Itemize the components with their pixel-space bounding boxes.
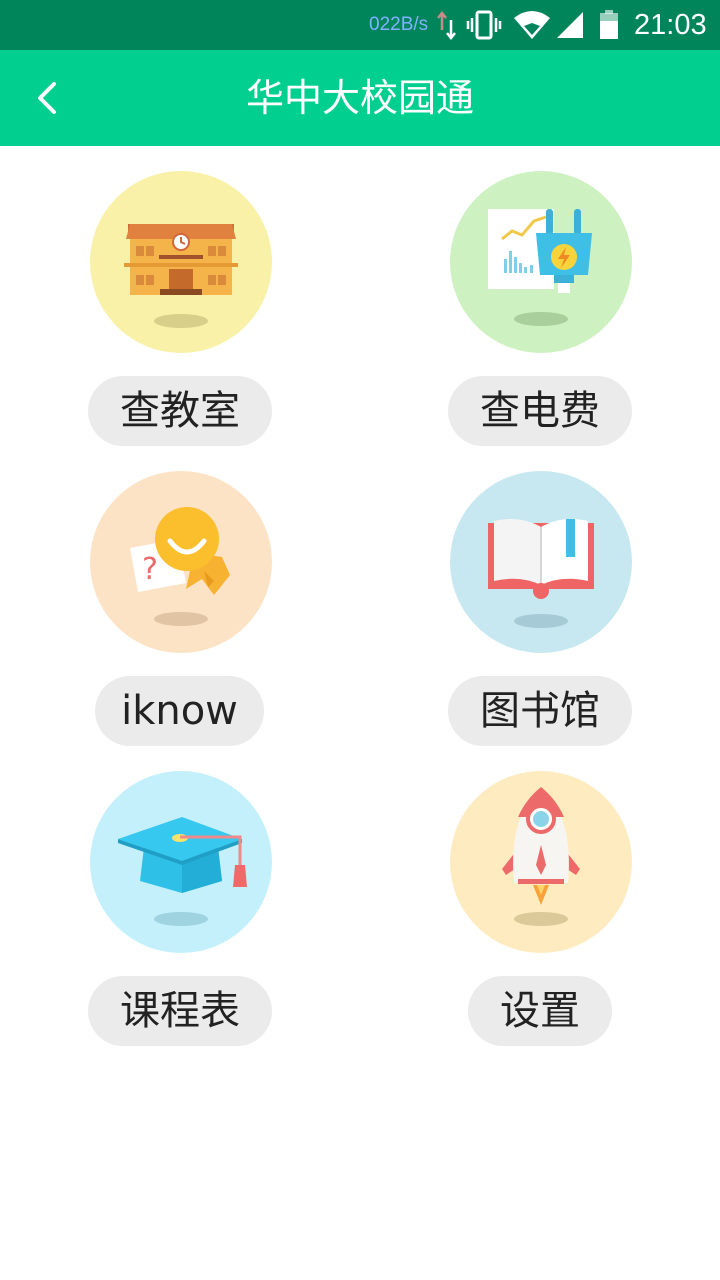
question-badge-icon: ?: [130, 507, 230, 626]
menu-item-classroom[interactable]: 查教室: [0, 171, 360, 471]
menu-label-classroom[interactable]: 查教室: [88, 376, 272, 446]
menu-item-electricity[interactable]: 查电费: [360, 171, 720, 471]
menu-label-settings[interactable]: 设置: [468, 976, 612, 1046]
menu-item-library[interactable]: 图书馆: [360, 471, 720, 771]
menu-label-schedule[interactable]: 课程表: [88, 976, 272, 1046]
network-speed: 022B/s: [369, 14, 429, 35]
open-book-icon: [488, 519, 594, 628]
graduation-cap-icon: [118, 817, 247, 926]
menu-label-library[interactable]: 图书馆: [448, 676, 632, 746]
menu-label-electricity[interactable]: 查电费: [448, 376, 632, 446]
iknow-circle[interactable]: ?: [90, 471, 272, 653]
data-transfer-icon: [437, 10, 456, 40]
menu-item-schedule[interactable]: 课程表: [0, 771, 360, 1071]
vibrate-icon: [466, 10, 502, 40]
menu-item-settings[interactable]: 设置: [360, 771, 720, 1071]
cell-signal-icon: [557, 12, 583, 38]
electric-plug-icon: [488, 209, 592, 326]
rocket-icon: [502, 787, 580, 926]
classroom-building-icon: [124, 224, 238, 328]
schedule-circle[interactable]: [90, 771, 272, 953]
settings-circle[interactable]: [450, 771, 632, 953]
status-bar: 022B/s 21:03: [0, 0, 720, 50]
menu-label-iknow[interactable]: iknow: [95, 676, 264, 746]
menu-item-iknow[interactable]: ? iknow: [0, 471, 360, 771]
battery-icon: [600, 10, 618, 39]
library-circle[interactable]: [450, 471, 632, 653]
svg-text:?: ?: [142, 552, 158, 587]
clock: 21:03: [634, 9, 707, 41]
app-bar: 华中大校园通: [0, 50, 720, 146]
page-title: 华中大校园通: [245, 76, 474, 120]
classroom-circle[interactable]: [90, 171, 272, 353]
wifi-icon: [514, 11, 550, 39]
electricity-circle[interactable]: [450, 171, 632, 353]
